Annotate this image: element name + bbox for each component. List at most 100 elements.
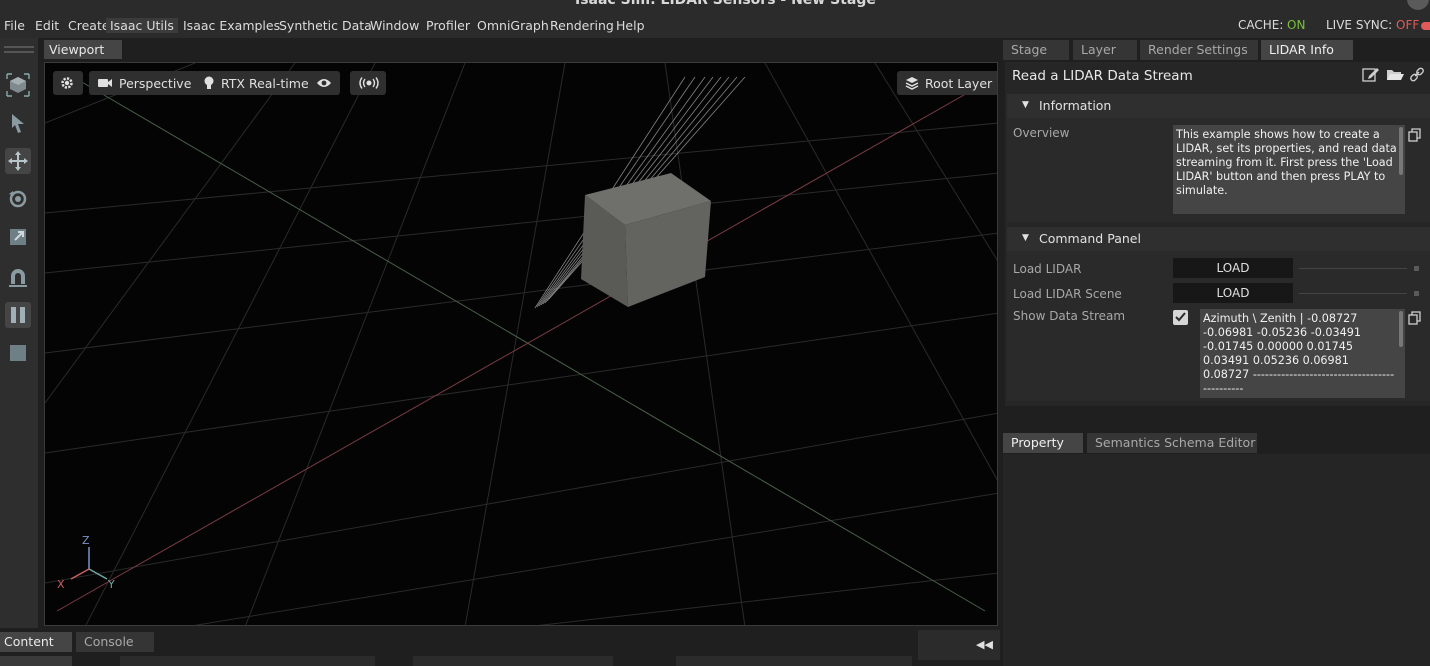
command-panel-section-header[interactable]: ▼ Command Panel <box>1007 227 1430 251</box>
information-header-label: Information <box>1039 98 1112 113</box>
data-stream-text: Azimuth \ Zenith | -0.08727 -0.06981 -0.… <box>1203 312 1395 395</box>
overview-scrollbar[interactable] <box>1399 127 1403 175</box>
cache-status[interactable]: ON <box>1287 18 1305 32</box>
overview-text[interactable]: This example shows how to create a LIDAR… <box>1173 125 1405 214</box>
menu-create[interactable]: Create <box>68 18 110 33</box>
property-panel <box>1003 454 1430 666</box>
property-panel-tabs: Property Semantics Schema Editor <box>1003 432 1430 454</box>
panel-title-icons <box>1362 67 1424 85</box>
tab-semantics-schema-editor[interactable]: Semantics Schema Editor <box>1087 433 1257 453</box>
render-mode-label: RTX Real-time <box>221 75 309 91</box>
menu-omnigraph[interactable]: OmniGraph <box>477 18 549 33</box>
toolbar-grip-2 <box>4 51 34 53</box>
tab-console[interactable]: Console <box>76 632 154 652</box>
menu-synthetic-data[interactable]: Synthetic Data <box>279 18 372 33</box>
viewport-scene <box>45 63 997 625</box>
tab-lidar-info[interactable]: LIDAR Info <box>1261 40 1353 60</box>
load-lidar-button[interactable]: LOAD <box>1173 258 1293 278</box>
menu-profiler[interactable]: Profiler <box>426 18 470 33</box>
copy-overview-icon[interactable] <box>1408 128 1422 145</box>
visibility-button[interactable] <box>308 71 340 95</box>
broadcast-icon <box>358 77 380 89</box>
axis-x-label: X <box>57 578 65 591</box>
tab-render-settings[interactable]: Render Settings <box>1140 40 1258 60</box>
overview-label: Overview <box>1013 126 1070 140</box>
move-icon[interactable] <box>5 148 31 174</box>
content-search-field[interactable] <box>413 656 613 666</box>
collapse-triangle-icon: ▼ <box>1022 233 1029 243</box>
collapse-panel-area: ◀◀ <box>918 630 1000 660</box>
layers-icon <box>905 76 919 90</box>
panel-splitter[interactable] <box>1003 406 1430 432</box>
layer-label: Root Layer <box>925 75 993 91</box>
tab-viewport[interactable]: Viewport <box>44 40 122 59</box>
layer-button[interactable]: Root Layer <box>897 71 997 95</box>
show-data-stream-label: Show Data Stream <box>1013 309 1126 323</box>
menu-isaac-utils[interactable]: Isaac Utils <box>106 18 178 33</box>
window-title: Isaac Sim: LIDAR Sensors - New Stage <box>575 0 876 8</box>
viewport-settings-button[interactable] <box>53 71 83 95</box>
axis-z-label: Z <box>82 534 90 547</box>
checkmark-icon <box>1175 311 1186 325</box>
overview-text-content: This example shows how to create a LIDAR… <box>1176 128 1397 197</box>
menu-isaac-examples[interactable]: Isaac Examples <box>183 18 280 33</box>
sensor-button[interactable] <box>350 71 386 95</box>
right-panel-tabs: Stage Layer Render Settings LIDAR Info <box>1003 38 1430 62</box>
cache-label: CACHE: <box>1238 18 1284 32</box>
pause-icon[interactable] <box>5 302 31 328</box>
live-sync-label: LIVE SYNC: <box>1326 18 1393 32</box>
camera-button[interactable]: Perspective <box>89 71 200 95</box>
copy-data-stream-icon[interactable] <box>1408 311 1422 328</box>
close-window-icon[interactable] <box>1407 0 1429 10</box>
load-scene-progress <box>1299 293 1407 294</box>
menu-bar: File Edit Create Isaac Utils Isaac Examp… <box>0 14 1430 38</box>
content-toolbar-left <box>0 656 72 666</box>
open-folder-icon[interactable] <box>1386 67 1404 85</box>
data-stream-output[interactable]: Azimuth \ Zenith | -0.08727 -0.06981 -0.… <box>1200 309 1405 398</box>
scale-icon[interactable] <box>5 224 31 250</box>
snap-icon[interactable] <box>5 264 31 290</box>
information-section-header[interactable]: ▼ Information <box>1007 94 1430 118</box>
menu-rendering[interactable]: Rendering <box>550 18 614 33</box>
lidar-info-panel: Read a LIDAR Data Stream ▼ Information O… <box>1005 62 1430 406</box>
collapse-left-icon[interactable]: ◀◀ <box>976 638 993 651</box>
axis-y-label: Y <box>108 578 115 591</box>
window-titlebar: Isaac Sim: LIDAR Sensors - New Stage <box>0 0 1430 14</box>
rotate-icon[interactable] <box>5 186 31 212</box>
menu-edit[interactable]: Edit <box>35 18 59 33</box>
collapse-triangle-icon: ▼ <box>1022 100 1029 110</box>
tab-content[interactable]: Content <box>0 632 72 652</box>
load-scene-button[interactable]: LOAD <box>1173 283 1293 303</box>
render-mode-button[interactable]: RTX Real-time <box>195 71 317 95</box>
select-arrow-icon[interactable] <box>5 110 31 136</box>
menu-file[interactable]: File <box>4 18 25 33</box>
viewport[interactable]: Perspective RTX Real-time Root Layer Z X… <box>44 62 998 626</box>
select-mode-icon[interactable] <box>5 72 31 98</box>
data-stream-scrollbar[interactable] <box>1399 311 1403 347</box>
panel-title: Read a LIDAR Data Stream <box>1012 68 1193 84</box>
tab-stage[interactable]: Stage <box>1003 40 1069 60</box>
live-sync-status[interactable]: OFF <box>1396 18 1419 32</box>
stop-icon[interactable] <box>5 340 31 366</box>
content-path-field[interactable] <box>120 656 375 666</box>
content-filter-field[interactable] <box>676 656 912 666</box>
menu-window[interactable]: Window <box>370 18 419 33</box>
load-scene-label: Load LIDAR Scene <box>1013 287 1122 301</box>
lightbulb-icon <box>203 76 215 90</box>
link-icon[interactable] <box>1410 67 1424 85</box>
camera-icon <box>97 77 113 89</box>
command-panel-header-label: Command Panel <box>1039 231 1141 246</box>
load-scene-status-dot <box>1414 291 1419 296</box>
load-lidar-progress <box>1299 268 1407 269</box>
left-toolbar <box>0 38 38 628</box>
menu-help[interactable]: Help <box>616 18 645 33</box>
camera-label: Perspective <box>119 75 192 91</box>
bottom-panel: Content Console ◀◀ <box>0 628 1003 666</box>
eye-icon <box>316 77 332 89</box>
tab-layer[interactable]: Layer <box>1073 40 1137 60</box>
live-sync-icon[interactable] <box>1421 22 1430 30</box>
tab-property[interactable]: Property <box>1003 433 1083 453</box>
edit-icon[interactable] <box>1362 67 1380 85</box>
gear-icon <box>60 76 74 90</box>
show-data-stream-checkbox[interactable] <box>1173 310 1188 325</box>
